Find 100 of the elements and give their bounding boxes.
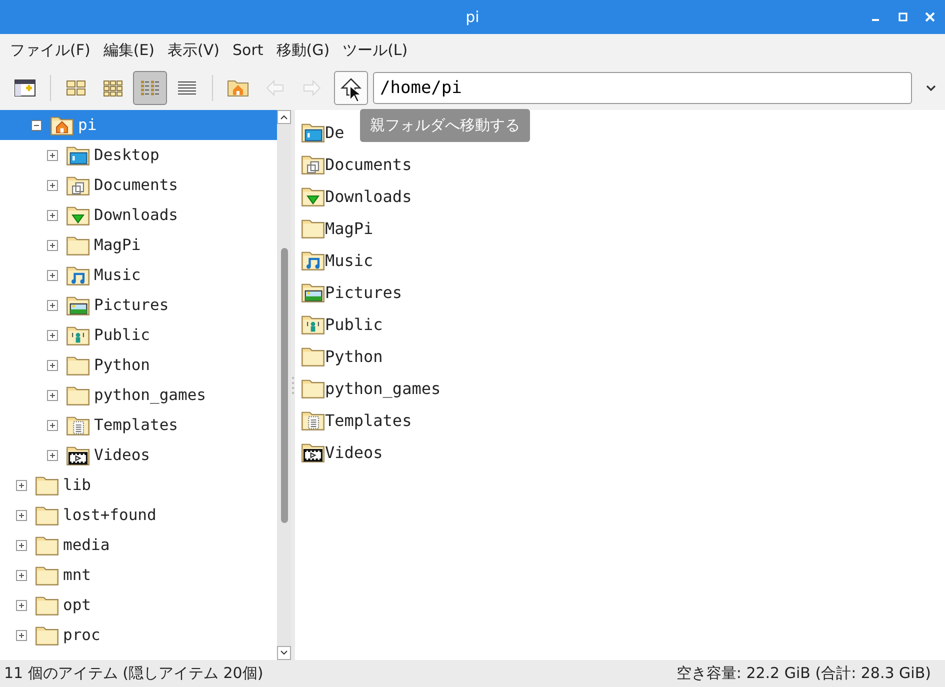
file-item[interactable]: Documents — [301, 148, 412, 180]
tree-item[interactable]: opt — [0, 590, 277, 620]
templates-folder-icon — [301, 409, 325, 431]
public-folder-icon — [66, 324, 90, 346]
compact-view-button[interactable] — [133, 71, 167, 105]
tree-item[interactable]: proc — [0, 620, 277, 650]
pictures-folder-icon — [301, 281, 325, 303]
collapse-toggle-icon[interactable] — [31, 120, 42, 130]
expand-toggle-icon[interactable] — [47, 450, 58, 460]
folder-icon — [35, 624, 59, 646]
documents-folder-icon — [66, 174, 90, 196]
videos-folder-icon — [66, 444, 90, 466]
expand-toggle-icon[interactable] — [47, 390, 58, 400]
folder-icon — [66, 234, 90, 256]
expand-toggle-icon[interactable] — [16, 600, 27, 610]
file-item[interactable]: python_games — [301, 372, 441, 404]
file-item[interactable]: Pictures — [301, 276, 402, 308]
folder-icon — [35, 504, 59, 526]
expand-toggle-icon[interactable] — [47, 420, 58, 430]
tree-item[interactable]: Public — [0, 320, 277, 350]
scroll-up-icon[interactable] — [277, 110, 291, 124]
expand-toggle-icon[interactable] — [47, 360, 58, 370]
tree-item[interactable]: Desktop — [0, 140, 277, 170]
file-item[interactable]: Templates — [301, 404, 412, 436]
music-folder-icon — [301, 249, 325, 271]
folder-icon — [66, 384, 90, 406]
expand-toggle-icon[interactable] — [47, 180, 58, 190]
maximize-icon[interactable] — [898, 12, 908, 22]
tree-item[interactable]: Documents — [0, 170, 277, 200]
tree-item[interactable]: lost+found — [0, 500, 277, 530]
tree-item[interactable]: Videos — [0, 440, 277, 470]
folder-icon — [301, 377, 325, 399]
folder-icon — [35, 534, 59, 556]
tree-item[interactable]: media — [0, 530, 277, 560]
icons-view-icon — [65, 78, 87, 98]
expand-toggle-icon[interactable] — [16, 540, 27, 550]
file-item[interactable]: Videos — [301, 436, 383, 468]
expand-toggle-icon[interactable] — [47, 330, 58, 340]
mouse-cursor-icon — [349, 85, 361, 103]
pictures-folder-icon — [66, 294, 90, 316]
file-item[interactable]: Music — [301, 244, 374, 276]
path-field[interactable]: /home/pi — [373, 72, 912, 104]
tree-item[interactable]: Pictures — [0, 290, 277, 320]
up-button[interactable] — [334, 71, 368, 105]
expand-toggle-icon[interactable] — [16, 630, 27, 640]
file-item[interactable]: Downloads — [301, 180, 412, 212]
templates-folder-icon — [66, 414, 90, 436]
window-title: pi — [466, 8, 480, 26]
tree-item[interactable]: lib — [0, 470, 277, 500]
menu-item[interactable]: 編集(E) — [103, 40, 155, 60]
videos-folder-icon — [301, 441, 325, 463]
tree-item[interactable]: Python — [0, 350, 277, 380]
item-count: 11 個のアイテム (隠しアイテム 20個) — [4, 664, 264, 683]
folder-icon — [66, 354, 90, 376]
right-arrow-icon — [301, 78, 323, 98]
folder-icon — [301, 345, 325, 367]
file-item[interactable]: De — [301, 116, 344, 148]
menu-item[interactable]: 表示(V) — [168, 40, 220, 60]
menu-item[interactable]: ツール(L) — [342, 40, 408, 60]
home-folder-icon — [227, 78, 249, 98]
left-arrow-icon — [264, 78, 286, 98]
desktop-folder-icon — [66, 144, 90, 166]
tree-item[interactable]: Downloads — [0, 200, 277, 230]
tooltip: 親フォルダへ移動する — [360, 109, 530, 142]
downloads-folder-icon — [66, 204, 90, 226]
tree-item[interactable]: Music — [0, 260, 277, 290]
desktop-folder-icon — [301, 121, 325, 143]
scroll-down-icon[interactable] — [277, 646, 291, 660]
folder-icon — [35, 564, 59, 586]
scrollbar[interactable] — [277, 110, 291, 660]
file-item[interactable]: MagPi — [301, 212, 374, 244]
expand-toggle-icon[interactable] — [16, 510, 27, 520]
folder-icon — [35, 474, 59, 496]
menu-item[interactable]: 移動(G) — [276, 40, 330, 60]
caret-icon[interactable] — [925, 84, 937, 92]
menu-item[interactable]: ファイル(F) — [10, 40, 90, 60]
tree-item[interactable]: Templates — [0, 410, 277, 440]
tree-item[interactable]: MagPi — [0, 230, 277, 260]
home-folder-icon — [50, 114, 74, 136]
expand-toggle-icon[interactable] — [47, 270, 58, 280]
folder-icon — [301, 217, 325, 239]
documents-folder-icon — [301, 153, 325, 175]
expand-toggle-icon[interactable] — [16, 480, 27, 490]
file-item[interactable]: Python — [301, 340, 383, 372]
expand-toggle-icon[interactable] — [47, 300, 58, 310]
tree-item[interactable]: python_games — [0, 380, 277, 410]
thumbnails-view-icon — [102, 78, 124, 98]
close-icon[interactable] — [925, 12, 935, 22]
expand-toggle-icon[interactable] — [47, 240, 58, 250]
tree-item[interactable]: pi — [0, 110, 277, 140]
expand-toggle-icon[interactable] — [47, 150, 58, 160]
new-window-icon — [14, 78, 36, 98]
expand-toggle-icon[interactable] — [16, 570, 27, 580]
compact-view-icon — [139, 78, 161, 98]
tree-item[interactable]: mnt — [0, 560, 277, 590]
file-item[interactable]: Public — [301, 308, 383, 340]
expand-toggle-icon[interactable] — [47, 210, 58, 220]
free-space: 空き容量: 22.2 GiB (合計: 28.3 GiB) — [676, 664, 931, 683]
menu-item[interactable]: Sort — [232, 41, 264, 59]
folder-icon — [35, 594, 59, 616]
